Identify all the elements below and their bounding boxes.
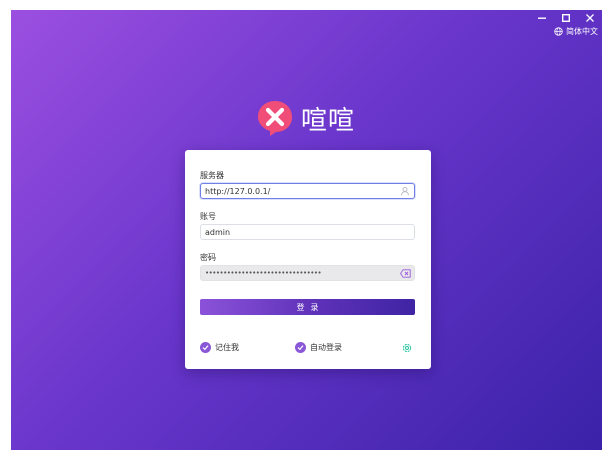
brand: 喧喧 xyxy=(256,99,355,137)
clear-input-button[interactable] xyxy=(398,266,412,280)
close-button[interactable] xyxy=(578,10,602,26)
user-icon xyxy=(398,184,412,198)
language-switcher[interactable]: 简体中文 xyxy=(554,26,598,37)
password-value: •••••••••••••••••••••••••••••••• xyxy=(205,269,322,277)
login-card: 服务器 http://127.0.0.1/ 账号 admin 密码 ••••••… xyxy=(185,150,431,369)
remember-me-label: 记住我 xyxy=(215,343,239,352)
auto-login-label: 自动登录 xyxy=(310,343,342,352)
checkmark-icon xyxy=(200,342,211,353)
account-label: 账号 xyxy=(200,212,216,221)
clear-icon xyxy=(399,268,411,278)
password-field[interactable]: •••••••••••••••••••••••••••••••• xyxy=(200,265,415,281)
minimize-button[interactable] xyxy=(530,10,554,26)
globe-icon xyxy=(554,27,563,36)
remember-me-checkbox[interactable]: 记住我 xyxy=(200,342,239,353)
settings-button[interactable] xyxy=(401,342,413,354)
maximize-icon xyxy=(562,14,570,22)
account-value: admin xyxy=(205,227,231,237)
login-window: 简体中文 喧喧 服务器 http://127.0.0.1/ 账号 admin 密… xyxy=(11,10,602,450)
checkmark-icon xyxy=(295,342,306,353)
login-button[interactable]: 登录 xyxy=(200,299,415,315)
brand-name: 喧喧 xyxy=(301,105,356,136)
window-controls xyxy=(530,10,602,26)
language-label: 简体中文 xyxy=(566,27,598,36)
minimize-icon xyxy=(538,17,546,19)
gear-icon xyxy=(402,343,412,353)
maximize-button[interactable] xyxy=(554,10,578,26)
password-label: 密码 xyxy=(200,253,216,262)
auto-login-checkbox[interactable]: 自动登录 xyxy=(295,342,342,353)
xuanxuan-logo-icon xyxy=(256,99,294,137)
server-label: 服务器 xyxy=(200,171,224,180)
account-field[interactable]: admin xyxy=(200,224,415,240)
close-icon xyxy=(586,14,594,22)
server-value: http://127.0.0.1/ xyxy=(205,186,271,196)
server-field[interactable]: http://127.0.0.1/ xyxy=(200,183,415,199)
